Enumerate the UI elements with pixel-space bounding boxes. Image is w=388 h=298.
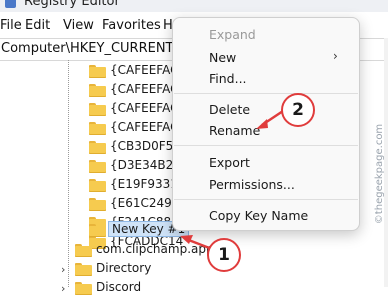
folder-icon <box>89 141 106 154</box>
folder-icon <box>75 282 92 295</box>
folder-icon <box>89 103 106 116</box>
menu-item-find[interactable]: Find... <box>209 71 247 86</box>
context-menu: Expand New › Find... Delete Rename Expor… <box>172 17 360 231</box>
tree-node-label: {CAFEEFAC <box>110 82 179 96</box>
menu-separator <box>174 199 358 200</box>
menu-item-copy-key-name[interactable]: Copy Key Name <box>209 208 308 223</box>
chevron-right-icon[interactable]: › <box>61 282 65 295</box>
folder-icon <box>89 84 106 97</box>
menu-edit[interactable]: Edit <box>25 18 50 33</box>
folder-icon <box>89 160 106 173</box>
tree-node-label: com.clipchamp.app <box>96 242 214 256</box>
tree-guide-line <box>68 60 69 287</box>
window-title: Registry Editor <box>24 0 120 9</box>
folder-icon <box>75 244 92 257</box>
watermark: ©thegeekpage.com <box>373 112 387 237</box>
menu-item-permissions[interactable]: Permissions... <box>209 177 295 192</box>
folder-icon <box>89 224 106 237</box>
tree-node-label: {CAFEEFAC <box>110 120 179 134</box>
title-bar: Registry Editor <box>0 0 388 12</box>
registry-editor-icon <box>5 0 16 8</box>
folder-icon <box>75 263 92 276</box>
step-callout-2: 2 <box>281 93 315 127</box>
menu-separator <box>174 93 358 94</box>
folder-icon <box>89 65 106 78</box>
tree-node-label: {CAFEEFAC <box>110 63 179 77</box>
menu-item-expand: Expand <box>209 27 256 42</box>
step-callout-1: 1 <box>207 238 241 272</box>
menu-favorites[interactable]: Favorites <box>102 18 161 33</box>
menu-item-export[interactable]: Export <box>209 155 250 170</box>
folder-icon <box>89 122 106 135</box>
menu-separator <box>174 145 358 146</box>
menu-item-rename[interactable]: Rename <box>209 123 260 138</box>
folder-icon <box>89 198 106 211</box>
menu-item-delete[interactable]: Delete <box>209 102 250 117</box>
tree-node-label: {CAFEEFAC <box>110 101 179 115</box>
chevron-right-icon[interactable]: › <box>61 263 65 276</box>
menu-file[interactable]: File <box>0 18 22 33</box>
watermark-text: ©thegeekpage.com <box>374 123 385 225</box>
menu-view[interactable]: View <box>63 18 94 33</box>
tree-node-label: Directory <box>96 261 152 275</box>
tree-node-label: Discord <box>96 280 142 294</box>
folder-icon <box>89 179 106 192</box>
chevron-right-icon: › <box>333 49 338 63</box>
menu-item-new[interactable]: New <box>209 50 236 65</box>
